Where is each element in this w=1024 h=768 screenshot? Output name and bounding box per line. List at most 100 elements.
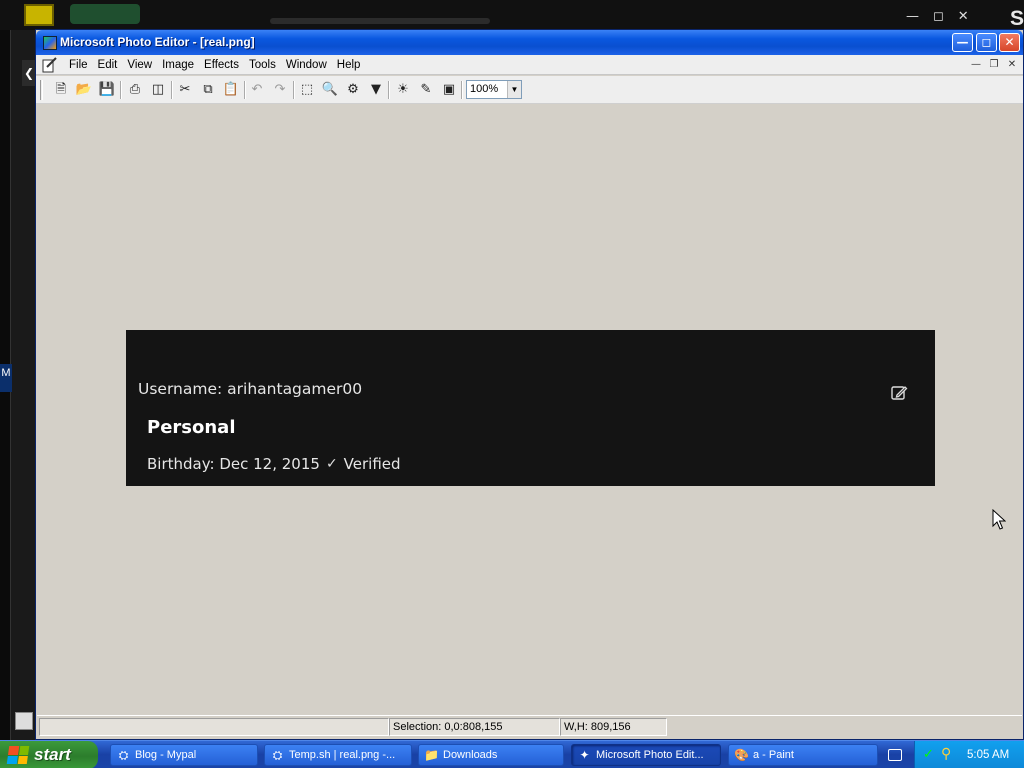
- section-heading: Personal: [147, 417, 236, 438]
- taskbar-item-photo-editor[interactable]: ✦ Microsoft Photo Edit...: [571, 744, 721, 766]
- toolbar-separator: [461, 81, 463, 99]
- menu-effects[interactable]: Effects: [199, 55, 244, 75]
- window-title: Microsoft Photo Editor - [real.png]: [60, 35, 255, 49]
- start-button[interactable]: start: [0, 741, 98, 768]
- copy-icon[interactable]: ⧉: [199, 81, 217, 99]
- paste-icon[interactable]: 📋: [222, 81, 240, 99]
- document-restore-icon[interactable]: ❐: [987, 58, 1001, 72]
- print-icon[interactable]: ⎙: [126, 81, 144, 99]
- chevron-left-icon: ❮: [22, 60, 36, 86]
- taskbar-item-label: Downloads: [443, 749, 498, 761]
- pen-icon[interactable]: ✎: [417, 81, 435, 99]
- birthday-text: Birthday: Dec 12, 2015: [147, 455, 320, 473]
- edit-icon: [891, 386, 908, 400]
- background-top-window: [0, 0, 1024, 30]
- status-bar: Selection: 0,0:808,155 W,H: 809,156: [37, 715, 1022, 739]
- paint-icon: 🎨: [734, 748, 749, 762]
- status-selection: Selection: 0,0:808,155: [389, 718, 560, 736]
- taskbar-item-label: Temp.sh | real.png -...: [289, 749, 396, 761]
- menu-edit[interactable]: Edit: [93, 55, 123, 75]
- windows-logo-icon: [6, 746, 30, 764]
- crop-icon[interactable]: ▣: [440, 81, 458, 99]
- cut-icon[interactable]: ✂: [176, 81, 194, 99]
- start-label: start: [34, 745, 71, 764]
- taskbar-item-mypal[interactable]: ⛭ Blog - Mypal: [110, 744, 258, 766]
- toolbar-separator: [171, 81, 173, 99]
- zoom-value: 100%: [470, 83, 499, 95]
- taskbar-item-label: a - Paint: [753, 749, 794, 761]
- toolbar-separator: [388, 81, 390, 99]
- photo-editor-app-icon: [43, 36, 57, 50]
- zoom-icon[interactable]: 🔍: [321, 81, 339, 99]
- taskbar-item-tempsh[interactable]: ⛭ Temp.sh | real.png -...: [264, 744, 412, 766]
- scan-icon[interactable]: ◫: [149, 81, 167, 99]
- search-icon[interactable]: ⚲: [941, 746, 957, 762]
- menu-bar: File Edit View Image Effects Tools Windo…: [36, 55, 1023, 75]
- mouse-pointer-icon: [992, 509, 1006, 530]
- folder-icon: 📁: [424, 748, 439, 762]
- background-side-tab: M: [0, 364, 12, 392]
- clock[interactable]: 5:05 AM: [967, 741, 1009, 768]
- document-window-controls: — ❐ ✕: [969, 58, 1019, 72]
- sun-icon[interactable]: ☀: [394, 81, 412, 99]
- taskbar: start ⛭ Blog - Mypal ⛭ Temp.sh | real.pn…: [0, 740, 1024, 768]
- save-icon[interactable]: 💾: [98, 81, 116, 99]
- maximize-icon: ◻: [981, 35, 992, 49]
- chevron-down-icon[interactable]: ▼: [507, 81, 521, 98]
- minimize-button[interactable]: —: [952, 33, 973, 52]
- taskbar-item-label: Microsoft Photo Edit...: [596, 749, 704, 761]
- network-icon[interactable]: ✓: [923, 747, 939, 763]
- toolbar-separator: [293, 81, 295, 99]
- stamp-icon[interactable]: ⚙: [344, 81, 362, 99]
- toolbar-grip[interactable]: [40, 80, 43, 100]
- birthday-row: Birthday: Dec 12, 2015 ✓ Verified: [147, 455, 401, 473]
- background-window-controls: — ◻ ✕: [906, 9, 996, 27]
- close-icon: ✕: [957, 9, 969, 24]
- zoom-dropdown[interactable]: 100% ▼: [466, 80, 522, 99]
- menu-tools[interactable]: Tools: [244, 55, 281, 75]
- minimize-icon: —: [956, 35, 969, 49]
- document-edit-icon[interactable]: [41, 57, 57, 73]
- menu-file[interactable]: File: [64, 55, 93, 75]
- background-checkbox: [15, 712, 33, 730]
- status-message: [39, 718, 389, 736]
- system-tray: ✓ ⚲ 5:05 AM: [914, 741, 1024, 768]
- toolbar-separator: [244, 81, 246, 99]
- background-left-window: [10, 30, 38, 740]
- document-minimize-icon[interactable]: —: [969, 58, 983, 72]
- background-letter: S: [1009, 7, 1024, 30]
- toolbar: 🗎 📂 💾 ⎙ ◫ ✂ ⧉ 📋 ↶ ↷ ⬚ 🔍 ⚙ ▼ ☀ ✎ ▣ 100% ▼: [36, 76, 1023, 104]
- menu-help[interactable]: Help: [332, 55, 366, 75]
- image-workspace[interactable]: Username: arihantagamer00 Personal Birth…: [37, 105, 1022, 714]
- username-text: Username: arihantagamer00: [138, 380, 363, 398]
- menu-window[interactable]: Window: [281, 55, 332, 75]
- status-dimensions: W,H: 809,156: [560, 718, 667, 736]
- background-app-icon: [24, 4, 54, 26]
- browser-icon: ⛭: [272, 748, 283, 762]
- taskbar-item-paint[interactable]: 🎨 a - Paint: [728, 744, 878, 766]
- taskbar-item-label: Blog - Mypal: [135, 749, 197, 761]
- toolbar-separator: [120, 81, 122, 99]
- opened-image[interactable]: Username: arihantagamer00 Personal Birth…: [126, 330, 935, 486]
- select-icon[interactable]: ⬚: [298, 81, 316, 99]
- undo-icon[interactable]: ↶: [248, 81, 266, 99]
- verified-label: Verified: [343, 455, 401, 473]
- menu-view[interactable]: View: [122, 55, 157, 75]
- menu-image[interactable]: Image: [157, 55, 199, 75]
- document-close-icon[interactable]: ✕: [1005, 58, 1019, 72]
- background-address-bar: [270, 18, 490, 24]
- photo-editor-window: Microsoft Photo Editor - [real.png] — ◻ …: [35, 29, 1024, 740]
- open-icon[interactable]: 📂: [75, 81, 93, 99]
- funnel-icon[interactable]: ▼: [367, 81, 385, 99]
- photo-editor-icon: ✦: [579, 748, 590, 762]
- close-button[interactable]: ✕: [999, 33, 1020, 52]
- redo-icon[interactable]: ↷: [271, 81, 289, 99]
- title-bar[interactable]: Microsoft Photo Editor - [real.png] — ◻ …: [36, 30, 1023, 55]
- minimize-icon: —: [906, 9, 919, 24]
- background-image-thumbnail: [70, 4, 140, 24]
- keyboard-icon[interactable]: [888, 749, 902, 761]
- maximize-button[interactable]: ◻: [976, 33, 997, 52]
- browser-icon: ⛭: [118, 748, 129, 762]
- new-icon[interactable]: 🗎: [52, 81, 70, 99]
- taskbar-item-downloads[interactable]: 📁 Downloads: [418, 744, 564, 766]
